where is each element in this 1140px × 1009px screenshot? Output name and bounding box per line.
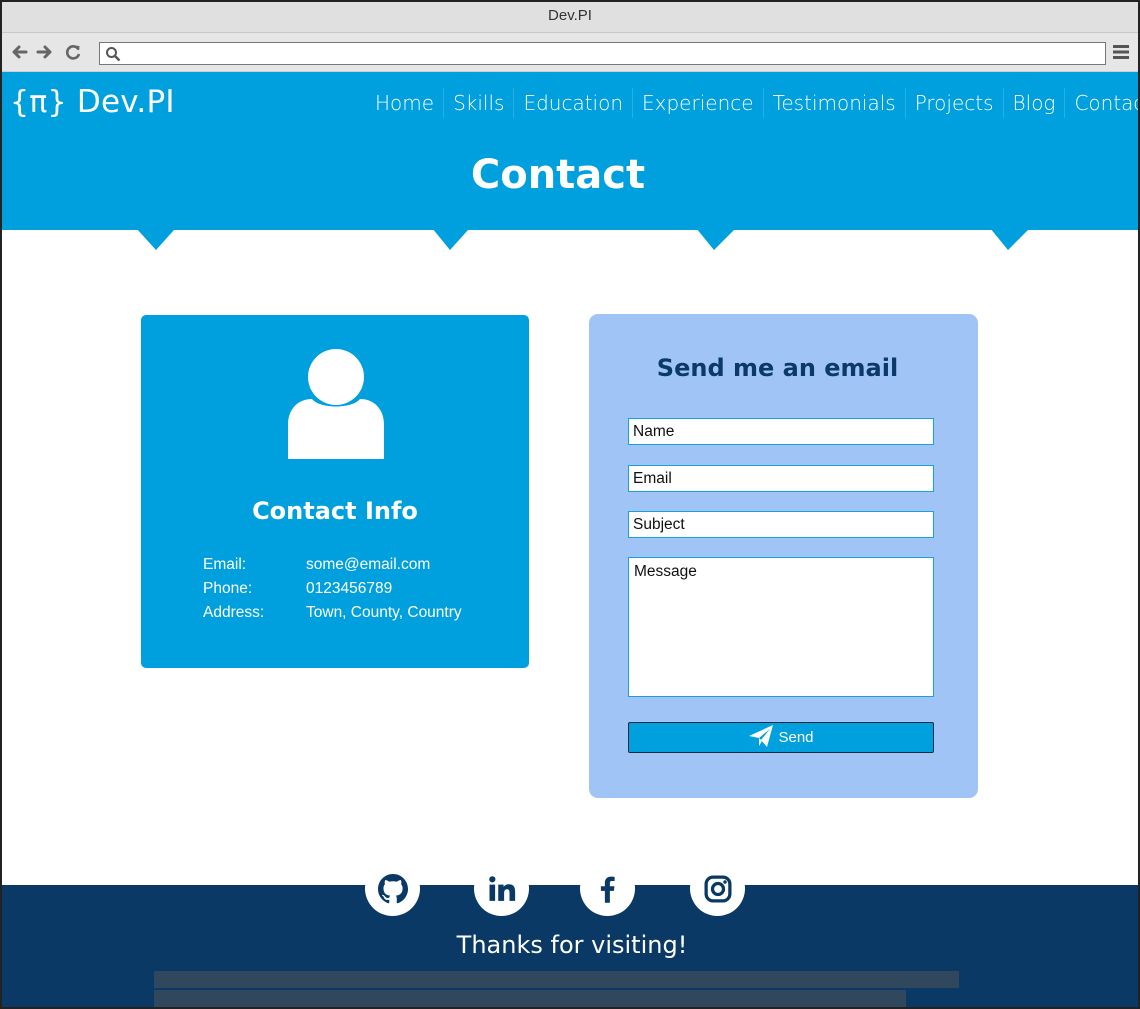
page-title: Contact xyxy=(470,152,646,198)
browser-toolbar xyxy=(2,33,1138,72)
site-logo[interactable]: {π} Dev.PI xyxy=(10,84,175,120)
send-label: Send xyxy=(778,729,814,746)
nav-experience[interactable]: Experience xyxy=(632,88,763,118)
contact-value: some@email.com xyxy=(306,556,431,573)
back-arrow-icon[interactable] xyxy=(9,41,31,63)
site-header: {π} Dev.PI Home Skills Education Experie… xyxy=(2,72,1138,230)
facebook-icon[interactable] xyxy=(580,861,635,916)
address-bar[interactable] xyxy=(99,42,1106,65)
window-title: Dev.PI xyxy=(2,2,1138,33)
contact-label: Address: xyxy=(203,604,265,621)
logo-text: Dev.PI xyxy=(76,84,175,120)
paper-plane-icon xyxy=(748,724,774,752)
user-avatar-icon xyxy=(288,349,384,461)
contact-value: Town, County, Country xyxy=(306,604,462,621)
contact-info-title: Contact Info xyxy=(252,497,418,525)
logo-brace: {π} xyxy=(10,85,67,120)
name-input[interactable] xyxy=(628,418,934,445)
nav-education[interactable]: Education xyxy=(513,88,632,118)
search-icon xyxy=(105,46,121,62)
contact-row-phone: Phone: 0123456789 xyxy=(203,577,462,601)
nav-contact[interactable]: Contact xyxy=(1064,88,1138,118)
footer-placeholder-bar xyxy=(154,990,906,1007)
send-button[interactable]: Send xyxy=(628,722,934,753)
reload-icon[interactable] xyxy=(62,41,84,63)
instagram-icon[interactable] xyxy=(690,861,745,916)
subject-input[interactable] xyxy=(628,511,934,538)
contact-value: 0123456789 xyxy=(306,580,393,597)
message-textarea[interactable] xyxy=(628,557,934,697)
main-nav: Home Skills Education Experience Testimo… xyxy=(366,88,1138,118)
nav-projects[interactable]: Projects xyxy=(904,88,1003,118)
url-input[interactable] xyxy=(126,44,1101,63)
contact-label: Email: xyxy=(203,556,247,573)
hamburger-menu-icon[interactable] xyxy=(1112,43,1130,61)
browser-window: Dev.PI {π} Dev.PI Home Skills Education … xyxy=(0,0,1140,1009)
contact-label: Phone: xyxy=(203,580,253,597)
email-form-title: Send me an email xyxy=(656,354,899,382)
footer-thanks: Thanks for visiting! xyxy=(456,931,688,959)
contact-row-address: Address: Town, County, Country xyxy=(203,601,462,625)
email-input[interactable] xyxy=(628,465,934,492)
forward-arrow-icon[interactable] xyxy=(33,41,55,63)
linkedin-icon[interactable] xyxy=(474,861,529,916)
nav-testimonials[interactable]: Testimonials xyxy=(762,88,905,118)
footer-placeholder-bar xyxy=(154,971,959,988)
contact-row-email: Email: some@email.com xyxy=(203,553,462,577)
nav-blog[interactable]: Blog xyxy=(1002,88,1065,118)
nav-skills[interactable]: Skills xyxy=(443,88,513,118)
nav-home[interactable]: Home xyxy=(366,88,443,118)
email-form-card: Send me an email Send xyxy=(589,314,978,798)
contact-info-card: Contact Info Email: some@email.com Phone… xyxy=(141,315,529,668)
github-icon[interactable] xyxy=(365,861,420,916)
header-notches xyxy=(115,228,1028,250)
contact-info-list: Email: some@email.com Phone: 0123456789 … xyxy=(203,553,462,625)
